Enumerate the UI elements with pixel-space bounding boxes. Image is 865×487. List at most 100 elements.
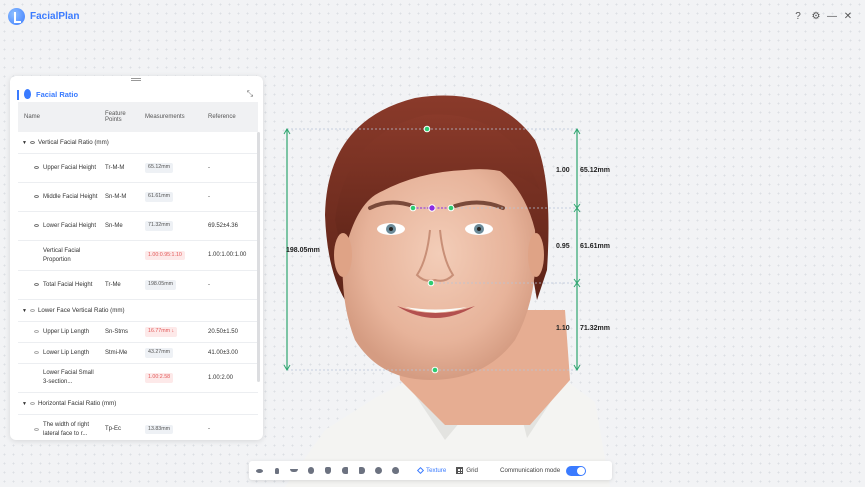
- row-reference: 1.00:2.00: [208, 374, 234, 381]
- row-feature-points: Tr-M-M: [105, 164, 125, 171]
- table-row[interactable]: Lower Lip Length Stmi-Me 43.27mm 41.00±3…: [18, 343, 258, 364]
- caret-down-icon[interactable]: ▼: [22, 308, 27, 316]
- table-row[interactable]: Upper Facial Height Tr-M-M 65.12mm -: [18, 154, 258, 183]
- row-reference: 1.00:1.00:1.00: [208, 252, 247, 258]
- ear-right: [528, 233, 544, 277]
- measurement-badge: 65.12mm: [145, 163, 174, 173]
- minimize-icon[interactable]: —: [825, 10, 839, 24]
- landmark-subnasale[interactable]: [427, 279, 435, 287]
- row-feature-points: Sn-M-M: [105, 193, 127, 200]
- lips-view-icon[interactable]: [285, 461, 302, 480]
- group-row-lower-face[interactable]: ▼ Lower Face Vertical Ratio (mm): [18, 300, 258, 322]
- view-toolbar: Texture Grid Communication mode: [249, 461, 612, 480]
- landmark-menton[interactable]: [431, 366, 439, 374]
- eye-icon[interactable]: [34, 224, 39, 227]
- face-icon: [24, 89, 31, 99]
- eye-icon[interactable]: [29, 401, 35, 405]
- row-feature-points: Stmi-Me: [105, 349, 128, 356]
- row-reference: -: [208, 164, 210, 171]
- row-reference: 41.00±3.00: [208, 349, 238, 356]
- row-reference: -: [208, 426, 210, 432]
- row-name: Lower Lip Length: [43, 349, 90, 356]
- row-reference: -: [208, 281, 210, 288]
- measurement-badge: 198.05mm: [145, 280, 177, 290]
- collapse-icon[interactable]: ⤡: [244, 88, 256, 100]
- group-row-vertical[interactable]: ▼ Vertical Facial Ratio (mm): [18, 132, 258, 154]
- middle-mm-label: 61.61mm: [580, 243, 610, 250]
- eye-icon[interactable]: [34, 283, 39, 286]
- landmark-nasion[interactable]: [428, 204, 436, 212]
- group-label: Vertical Facial Ratio (mm): [37, 138, 109, 146]
- upper-ratio-label: 1.00: [556, 167, 570, 174]
- landmark-eye-left[interactable]: [409, 204, 417, 212]
- row-reference: 20.50±1.50: [208, 328, 238, 335]
- table-row[interactable]: Upper Lip Length Sn-Stms 16.77mm ↓ 20.50…: [18, 322, 258, 343]
- nose-view-icon[interactable]: [268, 461, 285, 480]
- table-row[interactable]: Lower Facial Small 3-section... 1.00:2.5…: [18, 364, 258, 393]
- table-row[interactable]: Vertical Facial Proportion 1.00:0.95:1.1…: [18, 241, 258, 271]
- landmark-eye-right[interactable]: [447, 204, 455, 212]
- texture-button[interactable]: Texture: [416, 466, 447, 475]
- col-feature-points-header: Feature Points: [105, 111, 126, 123]
- upper-mm-label: 65.12mm: [580, 167, 610, 174]
- facial-ratio-panel: Facial Ratio ⤡ Name Feature Points Measu…: [10, 76, 263, 440]
- grid-button[interactable]: Grid: [456, 467, 478, 474]
- panel-scrollbar[interactable]: [257, 132, 260, 382]
- measurement-badge: 43.27mm: [145, 348, 174, 358]
- panel-title: Facial Ratio: [36, 90, 79, 99]
- col-name-header: Name: [24, 114, 41, 120]
- texture-icon: [416, 466, 425, 475]
- eye-icon[interactable]: [34, 427, 39, 431]
- caret-down-icon[interactable]: ▼: [22, 401, 27, 409]
- help-icon[interactable]: ?: [791, 10, 805, 24]
- row-name: Vertical Facial Proportion: [43, 247, 81, 263]
- eye-icon[interactable]: [34, 351, 39, 354]
- measurement-badge-warning: 1.00:2.58: [145, 373, 174, 383]
- landmark-trichion[interactable]: [423, 125, 431, 133]
- table-row[interactable]: Lower Facial Height Sn-Me 71.32mm 69.52±…: [18, 212, 258, 241]
- communication-label: Communication mode: [500, 467, 561, 474]
- head-view-icon[interactable]: [370, 461, 387, 480]
- row-feature-points: Sn-Stms: [105, 328, 129, 335]
- row-reference: -: [208, 193, 210, 200]
- row-feature-points: Tr-Me: [105, 281, 121, 288]
- group-row-horizontal[interactable]: ▼ Horizontal Facial Ratio (mm): [18, 393, 258, 415]
- row-reference: 69.52±4.36: [208, 222, 238, 229]
- app-logo: [8, 8, 25, 25]
- drag-handle[interactable]: [131, 78, 141, 81]
- row-name: The width of right lateral face to r...: [43, 421, 90, 437]
- group-label: Horizontal Facial Ratio (mm): [37, 399, 117, 407]
- grid-label: Grid: [466, 467, 478, 474]
- face-3d-viewport[interactable]: 198.05mm 1.00 65.12mm 0.95 61.61mm 1.10 …: [265, 80, 865, 487]
- measurement-badge-warning: 16.77mm ↓: [145, 327, 178, 337]
- eye-icon[interactable]: [34, 166, 39, 169]
- table-row[interactable]: The width of right lateral face to r... …: [18, 415, 258, 440]
- lower-ratio-label: 1.10: [556, 325, 570, 332]
- face-front-view-icon[interactable]: [302, 461, 319, 480]
- middle-ratio-label: 0.95: [556, 243, 570, 250]
- face-model: 198.05mm 1.00 65.12mm 0.95 61.61mm 1.10 …: [283, 95, 610, 487]
- col-measurements-header: Measurements: [145, 114, 185, 120]
- communication-toggle[interactable]: [566, 465, 587, 476]
- row-feature-points: Sn-Me: [105, 222, 123, 229]
- row-name: Upper Facial Height: [43, 164, 97, 171]
- ear-left: [334, 233, 352, 277]
- eye-icon[interactable]: [34, 195, 39, 198]
- eye-view-icon[interactable]: [251, 461, 268, 480]
- head-side-view-icon[interactable]: [387, 461, 404, 480]
- lower-mm-label: 71.32mm: [580, 325, 610, 332]
- profile-left-view-icon[interactable]: [336, 461, 353, 480]
- eye-icon[interactable]: [29, 308, 35, 312]
- profile-right-view-icon[interactable]: [353, 461, 370, 480]
- group-label: Lower Face Vertical Ratio (mm): [37, 306, 125, 314]
- settings-icon[interactable]: ⚙: [809, 10, 823, 24]
- close-icon[interactable]: ✕: [841, 10, 855, 24]
- texture-label: Texture: [426, 467, 447, 474]
- table-row[interactable]: Middle Facial Height Sn-M-M 61.61mm -: [18, 183, 258, 212]
- table-row[interactable]: Total Facial Height Tr-Me 198.05mm -: [18, 271, 258, 300]
- caret-down-icon[interactable]: ▼: [22, 140, 27, 148]
- face-shape-view-icon[interactable]: [319, 461, 336, 480]
- eye-icon[interactable]: [34, 330, 39, 333]
- title-bar: FacialPlan ? ⚙ — ✕: [0, 0, 865, 34]
- eye-icon[interactable]: [29, 140, 35, 144]
